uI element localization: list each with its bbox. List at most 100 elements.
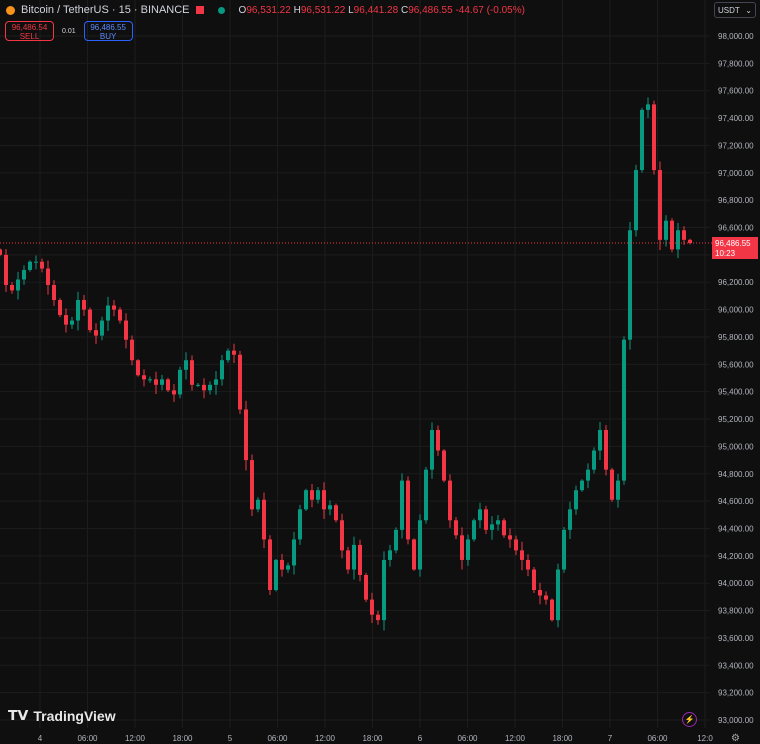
ohlc-values: O96,531.22 H96,531.22 L96,441.28 C96,486… bbox=[239, 5, 525, 16]
candle-body bbox=[106, 305, 110, 321]
price-tick-label: 97,000.00 bbox=[718, 169, 754, 178]
candle-body bbox=[412, 539, 416, 570]
buy-button[interactable]: 96,486.55 BUY bbox=[83, 21, 133, 41]
bitcoin-logo-icon bbox=[6, 5, 15, 15]
candle-body bbox=[112, 305, 116, 310]
time-tick-label: 12:0 bbox=[697, 734, 713, 743]
last-price: 96,486.55 bbox=[715, 239, 751, 248]
lightning-icon[interactable]: ⚡ bbox=[682, 712, 697, 727]
time-tick-label: 18:00 bbox=[172, 734, 193, 743]
time-tick-label: 4 bbox=[38, 734, 43, 743]
high-label: H bbox=[293, 4, 301, 16]
tradingview-logo-icon: 𝗧𝗩 bbox=[8, 707, 29, 723]
currency-selector[interactable]: USDT ⌄ bbox=[714, 2, 756, 18]
candle-body bbox=[640, 109, 644, 171]
price-tick-label: 97,600.00 bbox=[718, 87, 754, 96]
candle-body bbox=[226, 350, 230, 361]
time-tick-label: 12:00 bbox=[315, 734, 336, 743]
candle-body bbox=[268, 539, 272, 591]
candle-body bbox=[118, 309, 122, 321]
candle-body bbox=[292, 539, 296, 566]
time-tick-label: 12:00 bbox=[505, 734, 526, 743]
open-value: 96,531.22 bbox=[246, 4, 291, 16]
candle-body bbox=[652, 104, 656, 171]
candle-body bbox=[238, 354, 242, 410]
price-tick-label: 95,200.00 bbox=[718, 415, 754, 424]
candle-body bbox=[514, 539, 518, 551]
price-tick-label: 96,800.00 bbox=[718, 196, 754, 205]
candle-body bbox=[448, 480, 452, 521]
candle-body bbox=[46, 268, 50, 285]
close-value: 96,486.55 bbox=[408, 4, 453, 16]
price-tick-label: 97,800.00 bbox=[718, 59, 754, 68]
tradingview-logo[interactable]: 𝗧𝗩 TradingView bbox=[8, 707, 116, 724]
candle-body bbox=[22, 269, 26, 280]
trade-panel: 96,486.54 SELL 0.01 96,486.55 BUY bbox=[5, 21, 133, 41]
candle-body bbox=[592, 450, 596, 470]
candle-body bbox=[16, 279, 20, 291]
candle-body bbox=[274, 559, 278, 591]
price-tick-label: 95,000.00 bbox=[718, 442, 754, 451]
candle-body bbox=[196, 384, 200, 386]
candle-body bbox=[454, 520, 458, 536]
candle-body bbox=[628, 230, 632, 340]
time-tick-label: 7 bbox=[608, 734, 613, 743]
candle-body bbox=[232, 350, 236, 355]
symbol-title[interactable]: Bitcoin / TetherUS · 15 · BINANCE bbox=[21, 4, 190, 16]
candle-body bbox=[52, 284, 56, 301]
low-value: 96,441.28 bbox=[353, 4, 399, 16]
candle-body bbox=[202, 384, 206, 391]
time-tick-label: 18:00 bbox=[362, 734, 383, 743]
candle-body bbox=[208, 384, 212, 391]
time-axis[interactable]: 4 06:00 12:00 18:00 5 06:00 12:00 18:00 6 06:00 12… bbox=[38, 734, 714, 743]
candle-body bbox=[172, 390, 176, 395]
candle-body bbox=[10, 284, 14, 291]
candle-body bbox=[604, 429, 608, 470]
candle-body bbox=[64, 315, 68, 325]
price-tick-label: 93,000.00 bbox=[718, 716, 754, 725]
candle-body bbox=[0, 249, 2, 255]
candle-body bbox=[346, 550, 350, 570]
price-tick-label: 94,200.00 bbox=[718, 552, 754, 561]
candle-body bbox=[316, 490, 320, 500]
candle-body bbox=[34, 261, 38, 263]
candle-body bbox=[358, 544, 362, 575]
price-tick-label: 97,200.00 bbox=[718, 141, 754, 150]
flag-icon[interactable] bbox=[195, 6, 204, 14]
candle-body bbox=[154, 379, 158, 385]
sell-button[interactable]: 96,486.54 SELL bbox=[5, 21, 54, 41]
candle-body bbox=[136, 360, 140, 376]
candle-body bbox=[400, 480, 404, 530]
candle-body bbox=[184, 360, 188, 370]
chevron-down-icon: ⌄ bbox=[745, 6, 752, 15]
candle-body bbox=[244, 409, 248, 461]
price-tick-label: 95,600.00 bbox=[718, 360, 754, 369]
price-chart[interactable]: 93,000.00 93,200.00 93,400.00 93,600.00 93,8… bbox=[0, 0, 760, 744]
candle-body bbox=[364, 574, 368, 600]
candle-body bbox=[376, 614, 380, 621]
candle-body bbox=[352, 544, 356, 570]
candle-body bbox=[286, 565, 290, 570]
candle-body bbox=[616, 480, 620, 500]
candle-body bbox=[28, 261, 32, 270]
candle-body bbox=[100, 320, 104, 336]
candle-body bbox=[178, 369, 182, 395]
candle-body bbox=[334, 505, 338, 521]
candle-body bbox=[496, 520, 500, 525]
buy-label: BUY bbox=[99, 32, 117, 41]
candle-body bbox=[298, 509, 302, 540]
candle-body bbox=[472, 520, 476, 540]
candle-body bbox=[256, 499, 260, 510]
candle-body bbox=[622, 339, 626, 481]
price-axis[interactable]: 93,000.00 93,200.00 93,400.00 93,600.00 93,8… bbox=[718, 32, 754, 725]
candle-body bbox=[40, 261, 44, 269]
candle-body bbox=[82, 300, 86, 310]
price-tick-label: 94,600.00 bbox=[718, 497, 754, 506]
candle-body bbox=[382, 559, 386, 621]
settings-icon[interactable]: ⚙ bbox=[731, 733, 740, 744]
candle-body bbox=[538, 590, 542, 596]
candle-body bbox=[586, 469, 590, 481]
quantity-value[interactable]: 0.01 bbox=[62, 28, 76, 35]
high-value: 96,531.22 bbox=[300, 4, 346, 16]
time-tick-label: 06:00 bbox=[647, 734, 668, 743]
